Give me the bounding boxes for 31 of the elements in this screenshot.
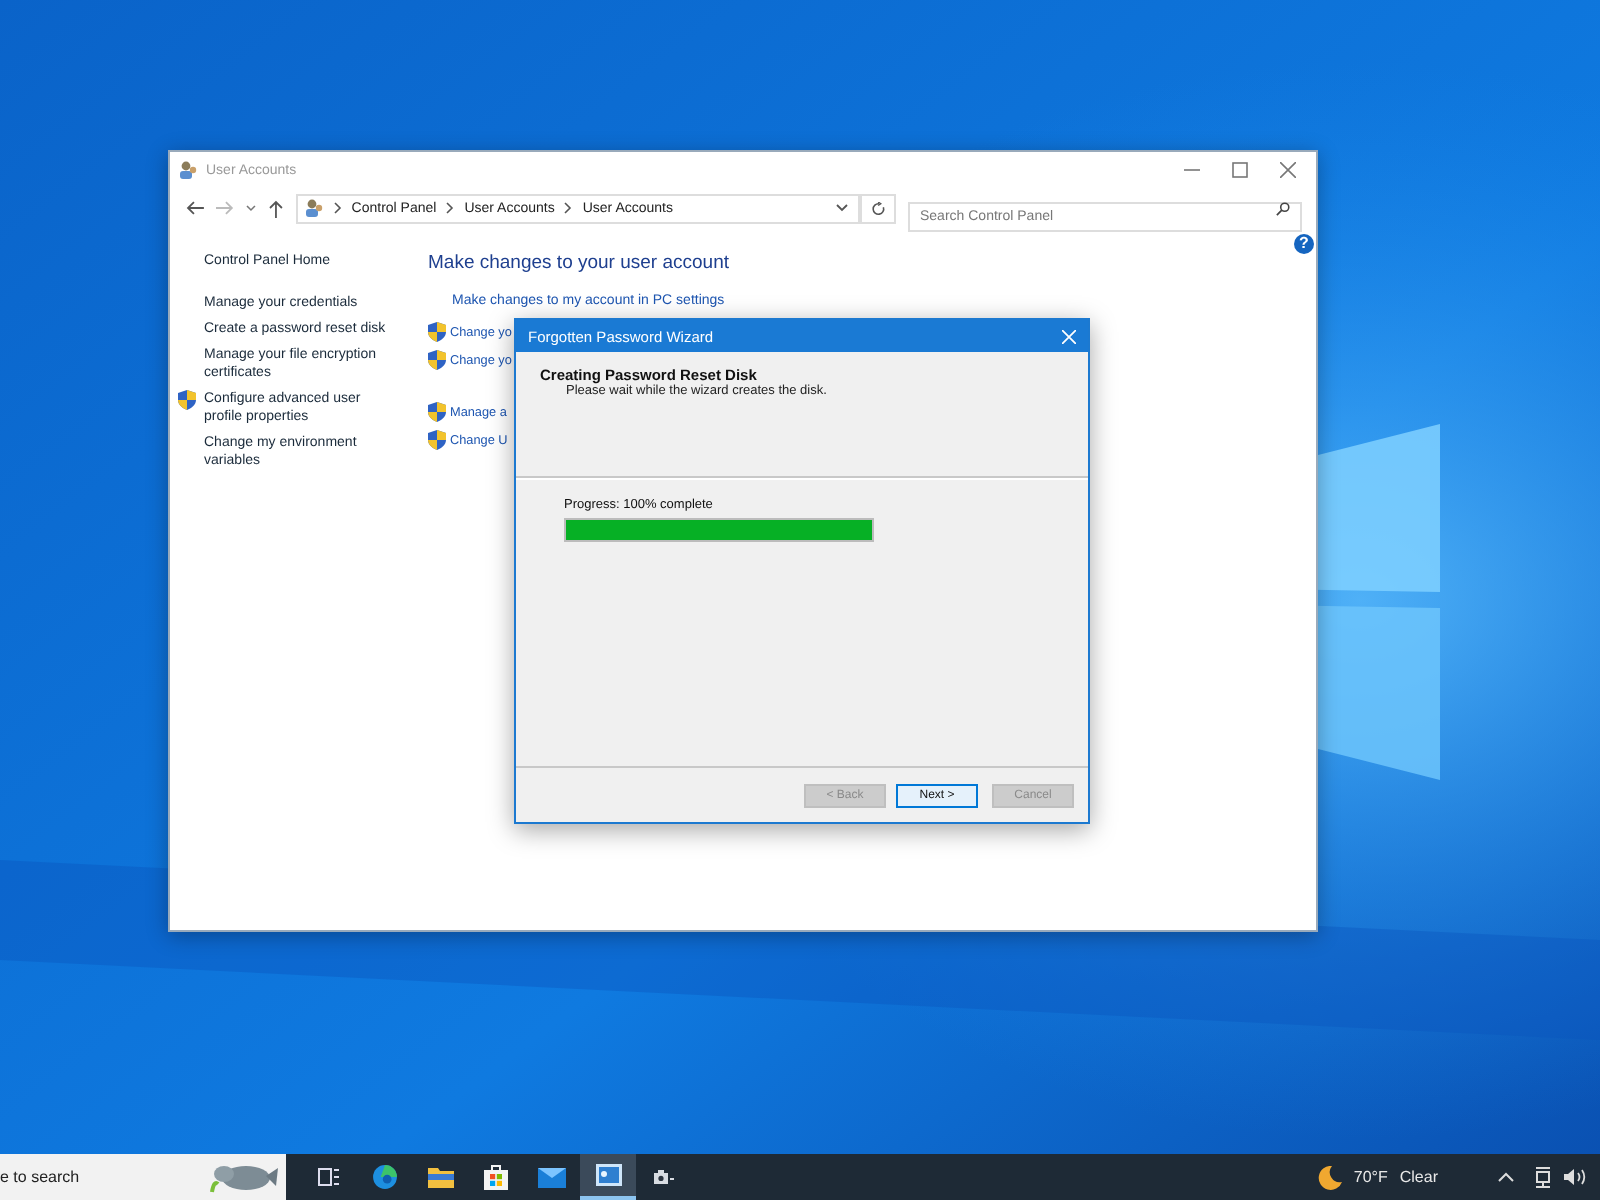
users-icon	[303, 198, 324, 218]
caret-icon[interactable]	[836, 204, 849, 212]
chevron-icon[interactable]	[564, 202, 573, 214]
chevron-icon[interactable]	[446, 202, 455, 214]
mail-icon	[538, 1167, 566, 1187]
browser-icon	[371, 1164, 397, 1190]
close-icon[interactable]	[1280, 162, 1296, 178]
search-icon	[1276, 201, 1290, 215]
taskbar-button[interactable]	[580, 1154, 636, 1200]
refresh-button[interactable]	[860, 193, 896, 223]
back-arrow-icon[interactable]	[186, 200, 204, 216]
users-icon	[178, 160, 198, 180]
search-field[interactable]: e to search	[0, 1154, 286, 1200]
up-arrow-icon[interactable]	[267, 199, 284, 217]
network-icon[interactable]	[1534, 1166, 1552, 1188]
chevron-up-icon[interactable]	[1498, 1172, 1514, 1182]
help-button[interactable]: ?	[1294, 234, 1314, 254]
maximize-icon[interactable]	[1232, 162, 1248, 178]
moon-icon	[1317, 1165, 1342, 1189]
section-heading: Make changes to your user account	[428, 252, 730, 274]
refresh-icon	[871, 201, 886, 215]
task-view-icon	[317, 1168, 339, 1186]
control-panel-icon	[595, 1164, 621, 1186]
weather-condition[interactable]: Clear	[1399, 1168, 1438, 1186]
speaker-icon[interactable]	[1564, 1168, 1586, 1186]
camera-icon	[654, 1170, 674, 1184]
chevron-icon[interactable]	[333, 202, 342, 214]
store-icon	[484, 1164, 508, 1190]
folder-icon	[427, 1166, 453, 1188]
weather-temperature[interactable]: 70°F	[1353, 1168, 1388, 1186]
caret-icon[interactable]	[245, 204, 256, 212]
